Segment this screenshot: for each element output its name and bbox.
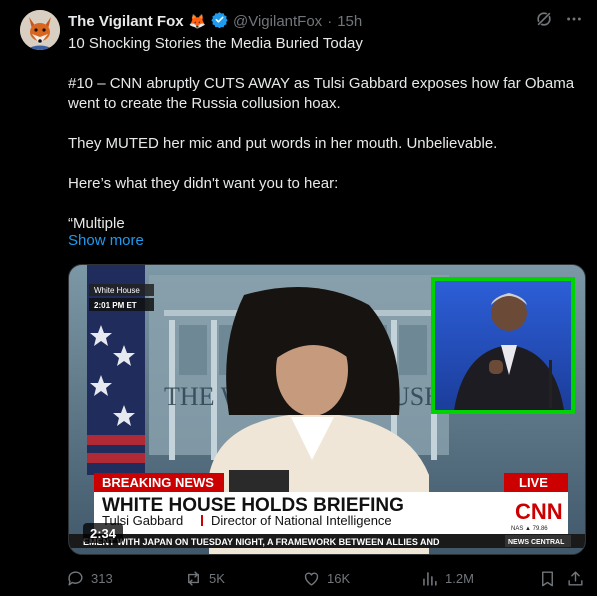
tweet-line: 10 Shocking Stories the Media Buried Tod… (68, 35, 363, 52)
separator-dot: · (327, 13, 333, 30)
breaking-news-label: BREAKING NEWS (102, 475, 214, 490)
bookmark-button[interactable] (538, 566, 557, 590)
tweet-line: #10 – CNN abruptly CUTS AWAY as Tulsi Ga… (68, 75, 575, 112)
repost-count: 5K (209, 570, 225, 586)
tweet-line: They MUTED her mic and put words in her … (68, 135, 498, 152)
author-name[interactable]: The Vigilant Fox (68, 13, 184, 30)
location-label: White House (94, 286, 140, 295)
tweet-top-actions (535, 10, 583, 33)
tweet-line: “Multiple (68, 215, 125, 232)
grok-icon[interactable] (535, 10, 553, 33)
avatar[interactable] (20, 10, 60, 50)
repost-icon (188, 570, 199, 586)
cnn-logo: CNN (515, 499, 563, 524)
like-count: 16K (327, 570, 351, 586)
like-button[interactable]: 16K (302, 566, 350, 590)
views-button[interactable]: 1.2M (420, 566, 474, 590)
tweet-header: The Vigilant Fox 🦊 @VigilantFox · 15h (68, 11, 362, 32)
reply-button[interactable]: 313 (66, 566, 113, 590)
verified-badge-icon[interactable] (211, 11, 228, 32)
tweet-line: Here’s what they didn't want you to hear… (68, 175, 339, 192)
broadcast-time-label: 2:01 PM ET (94, 301, 137, 310)
ticker-index: NAS ▲ 79.86 (511, 526, 548, 532)
tweet-actions: 313 5K 16K 1.2M (66, 566, 586, 590)
news-central-label: NEWS CENTRAL (508, 539, 565, 546)
tweet-time[interactable]: 15h (337, 13, 362, 30)
author-handle[interactable]: @VigilantFox (233, 13, 322, 30)
more-options-icon[interactable] (565, 10, 583, 33)
news-ticker: EMENT WITH JAPAN ON TUESDAY NIGHT, A FRA… (83, 537, 440, 547)
repost-button[interactable]: 5K (184, 566, 225, 590)
fox-avatar-icon (20, 10, 60, 50)
live-label: LIVE (519, 475, 548, 490)
view-count: 1.2M (445, 570, 474, 586)
video-player[interactable]: THE W USE BREAKING NEWS LIVE WHITE HOUSE… (68, 264, 586, 555)
show-more-link[interactable]: Show more (68, 232, 144, 249)
views-bar-chart-icon (423, 571, 437, 586)
reply-icon (68, 570, 83, 586)
tweet-text: 10 Shocking Stories the Media Buried Tod… (68, 34, 583, 234)
author-emoji: 🦊 (188, 13, 207, 29)
share-icon (568, 570, 583, 586)
video-duration: 2:34 (90, 526, 117, 541)
video-frame: THE W USE BREAKING NEWS LIVE WHITE HOUSE… (69, 265, 585, 554)
chyron-speaker-title: Director of National Intelligence (211, 513, 392, 528)
share-button[interactable] (566, 566, 585, 590)
bookmark-icon (542, 570, 553, 586)
heart-icon (304, 572, 319, 586)
reply-count: 313 (91, 570, 113, 586)
